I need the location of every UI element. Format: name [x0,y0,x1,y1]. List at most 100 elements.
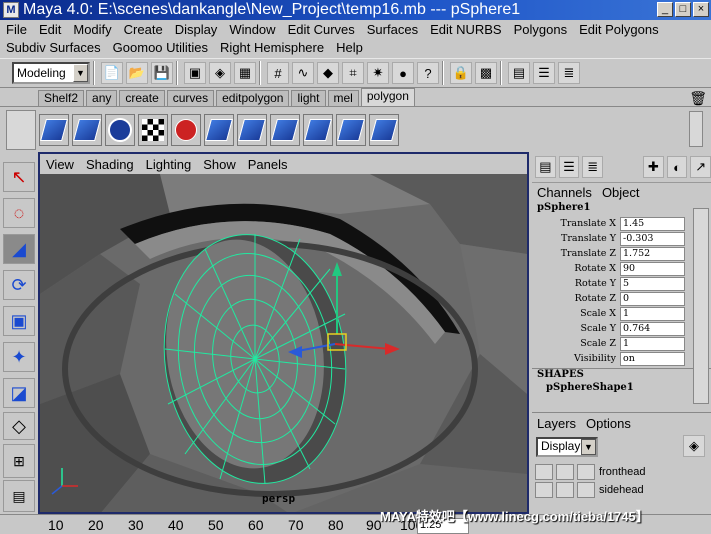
layer-visibility-toggle[interactable] [535,482,553,498]
poly-smooth-icon[interactable] [105,113,135,146]
shelf-scrollbar[interactable] [689,111,703,147]
layer-color-swatch[interactable] [577,464,595,480]
manipulator-tool-icon[interactable]: ✦ [3,342,35,372]
snap-view-plane-icon[interactable]: ⌗ [342,62,364,84]
channel-value[interactable]: -0.303 [620,231,685,246]
help-icon[interactable]: ? [417,62,439,84]
menu-object[interactable]: Object [597,185,645,200]
new-scene-icon[interactable]: 📄 [101,62,123,84]
poly-checker-icon[interactable] [138,113,168,146]
channel-label[interactable]: Rotate X [532,263,620,274]
menu-window[interactable]: Window [223,22,281,37]
tab-mel[interactable]: mel [327,90,359,106]
channel-label[interactable]: Translate Y [532,233,620,244]
create-layer-icon[interactable]: ◈ [683,435,705,457]
layer-row[interactable]: fronthead [532,463,711,481]
channel-value[interactable]: 1.752 [620,246,685,261]
viewport-menu-shading[interactable]: Shading [80,157,140,172]
menu-file[interactable]: File [0,22,33,37]
layer-row[interactable]: sidehead [532,481,711,499]
snap-grid-icon[interactable]: # [267,62,289,84]
menu-edit-nurbs[interactable]: Edit NURBS [424,22,508,37]
channel-box-split-icon[interactable]: ≣ [582,156,604,178]
menu-edit-polygons[interactable]: Edit Polygons [573,22,665,37]
layer-visibility-toggle[interactable] [535,464,553,480]
object-name[interactable]: pSphere1 [532,202,711,216]
layer-color-swatch[interactable] [577,482,595,498]
menu-subdiv-surfaces[interactable]: Subdiv Surfaces [0,40,107,55]
menu-right-hemisphere[interactable]: Right Hemisphere [214,40,330,55]
menu-modify[interactable]: Modify [67,22,117,37]
tab-any[interactable]: any [86,90,118,106]
select-object-icon[interactable]: ◈ [209,62,231,84]
layer-name[interactable]: sidehead [599,484,644,496]
render-icon[interactable]: ● [392,62,414,84]
layer-name[interactable]: fronthead [599,466,645,478]
move-tool-icon[interactable]: ◢ [3,234,35,264]
channel-label[interactable]: Rotate Z [532,293,620,304]
channel-value[interactable]: 5 [620,276,685,291]
menu-surfaces[interactable]: Surfaces [361,22,424,37]
menu-goomoo-utilities[interactable]: Goomoo Utilities [107,40,214,55]
poly-cut-icon[interactable] [369,113,399,146]
tab-polygon[interactable]: polygon [360,88,415,106]
chevron-down-icon[interactable]: ▼ [73,64,88,82]
maximize-button[interactable]: □ [675,2,691,17]
channel-value[interactable]: 1.45 [620,216,685,231]
channel-box-scrollbar[interactable] [693,208,709,404]
channel-label[interactable]: Translate X [532,218,620,229]
trash-icon[interactable]: 🗑 [689,90,707,107]
select-hierarchy-icon[interactable]: ▣ [184,62,206,84]
manipulator-axes-icon[interactable]: ✚ [643,156,664,178]
layer-type-select[interactable]: Display ▼ [536,437,598,457]
save-scene-icon[interactable]: 💾 [151,62,173,84]
channel-label[interactable]: Translate Z [532,248,620,259]
menu-options[interactable]: Options [581,416,636,431]
menu-channels[interactable]: Channels [532,185,597,200]
poly-append-icon[interactable] [303,113,333,146]
tab-shelf2[interactable]: Shelf2 [38,90,85,106]
channel-label[interactable]: Scale Y [532,323,620,334]
viewport-menu-panels[interactable]: Panels [242,157,294,172]
rotate-tool-icon[interactable]: ⟳ [3,270,35,300]
channel-label[interactable]: Scale Z [532,338,620,349]
snap-curve-icon[interactable]: ∿ [292,62,314,84]
channel-label[interactable]: Rotate Y [532,278,620,289]
shape-name[interactable]: pSphereShape1 [532,382,711,396]
channel-box-icon[interactable]: ≣ [558,62,580,84]
channel-value[interactable]: 1 [620,336,685,351]
channel-value[interactable]: on [620,351,685,366]
last-tool-icon[interactable]: ◪ [3,378,35,408]
channel-value[interactable]: 1 [620,306,685,321]
scale-tool-icon[interactable]: ▣ [3,306,35,336]
four-view-layout-icon[interactable]: ⊞ [3,444,35,478]
menu-layers[interactable]: Layers [532,416,581,431]
menu-polygons[interactable]: Polygons [508,22,573,37]
viewport-menu-lighting[interactable]: Lighting [140,157,198,172]
menu-edit-curves[interactable]: Edit Curves [282,22,361,37]
channel-value[interactable]: 90 [620,261,685,276]
history-icon[interactable]: ✷ [367,62,389,84]
outliner-layout-icon[interactable]: ▤ [3,480,35,512]
poly-extrude-icon[interactable] [204,113,234,146]
poly-split-icon[interactable] [72,113,102,146]
tab-create[interactable]: create [119,90,165,106]
render-view-icon[interactable]: ▩ [475,62,497,84]
mode-selector[interactable]: Modeling ▼ [12,62,90,84]
viewport-menu-show[interactable]: Show [197,157,242,172]
poly-combine-icon[interactable] [171,113,201,146]
shading-toggle-icon[interactable]: ◐ [666,156,688,178]
menu-display[interactable]: Display [169,22,224,37]
select-tool-icon[interactable]: ↖ [3,162,35,192]
poly-plane-icon[interactable] [39,113,69,146]
select-component-icon[interactable]: ▦ [234,62,256,84]
channel-value[interactable]: 0.764 [620,321,685,336]
maya-app-icon[interactable]: M [3,2,19,18]
open-scene-icon[interactable]: 📂 [126,62,148,84]
menu-help[interactable]: Help [330,40,369,55]
chevron-down-icon[interactable]: ▼ [581,439,596,455]
menu-create[interactable]: Create [118,22,169,37]
close-button[interactable]: × [693,2,709,17]
scene-view[interactable] [40,174,527,514]
viewport-menu-view[interactable]: View [40,157,80,172]
